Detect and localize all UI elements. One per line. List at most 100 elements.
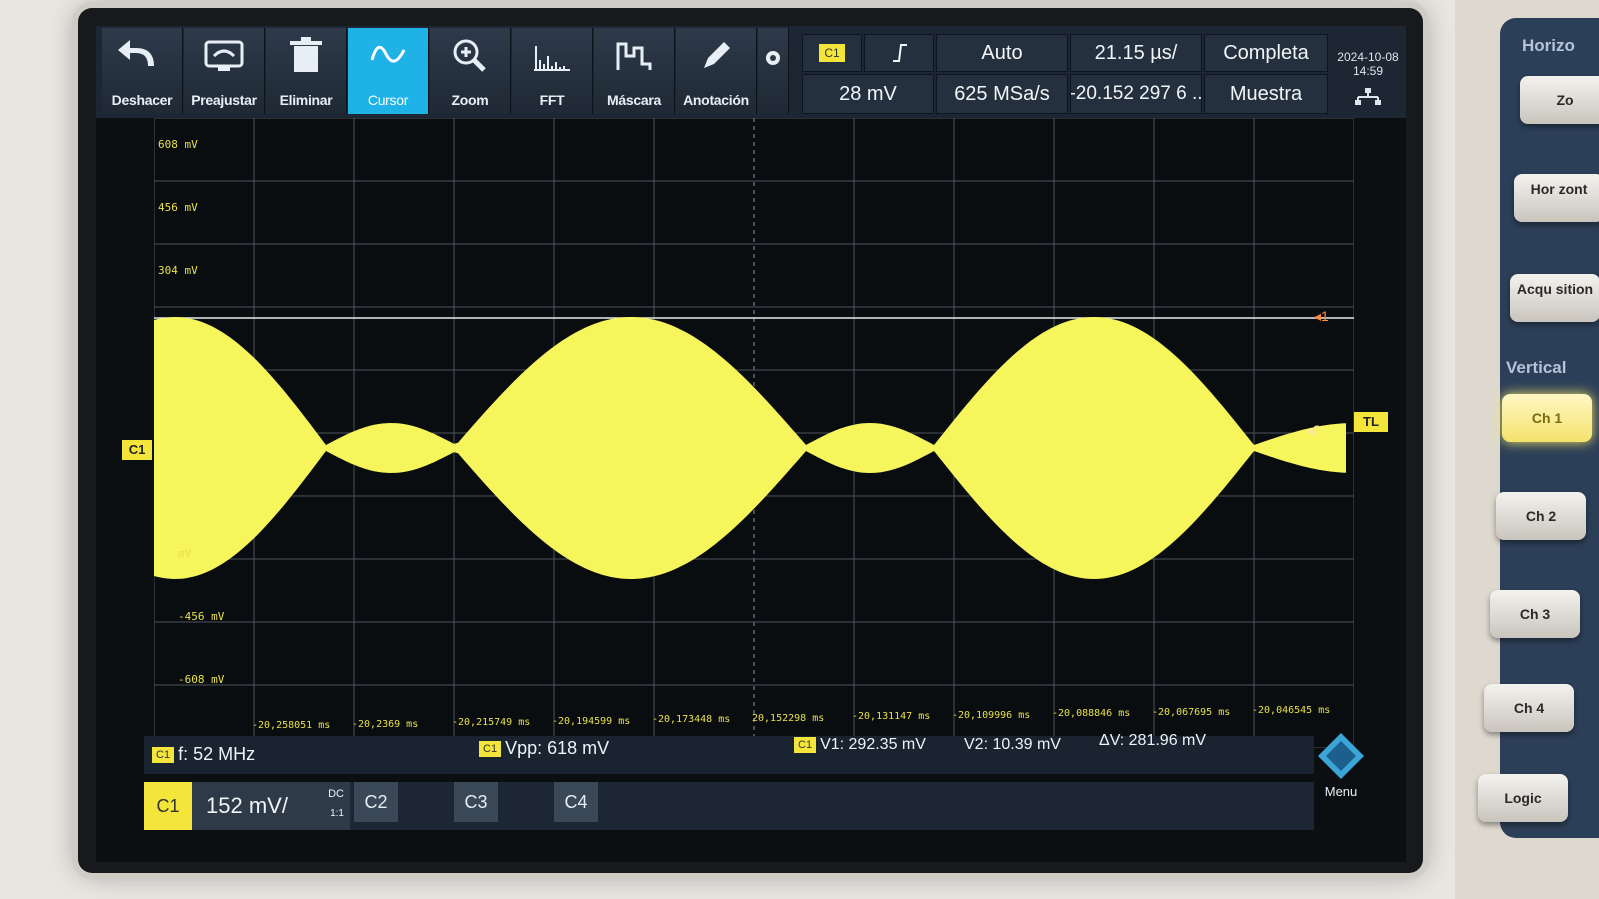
acquisition-type[interactable]: Muestra [1204,74,1328,114]
undo-button[interactable]: Deshacer [102,28,183,114]
trash-icon [290,37,322,72]
oscilloscope-screen: Deshacer Preajustar Eliminar Cursor Zoom… [96,26,1406,862]
preset-icon [204,40,244,71]
undo-icon [118,40,154,66]
x-tick-label: -20,215749 ms [452,717,531,728]
v1-value: V1: 292.35 mV [820,736,926,753]
zoom-hw-button[interactable]: Zo [1520,76,1599,124]
x-tick-label: -20,258051 ms [252,720,331,731]
channel-bar: C1 152 mV/ DC 1:1 C2 C3 C4 [144,782,1314,830]
cursor2-label: 2 [1313,422,1321,438]
waveform-plot[interactable] [154,118,1354,748]
zoom-icon [453,39,486,72]
mask-button[interactable]: Máscara [594,28,675,114]
sample-rate[interactable]: 625 MSa/s [936,74,1068,114]
ch1-hw-button[interactable]: Ch 1 [1502,394,1592,442]
delta-v-value: ΔV: 281.96 mV [1099,732,1207,749]
y-tick-label: -456 mV [178,610,225,623]
annotation-label: Anotación [683,92,749,108]
fft-label: FFT [539,92,565,108]
rising-edge-icon [893,44,907,62]
delete-label: Eliminar [279,92,333,108]
menu-button[interactable]: Menu [1306,731,1376,801]
time-position[interactable]: -20.152 297 6 .. [1070,74,1202,114]
ch4-hw-button[interactable]: Ch 4 [1484,684,1574,732]
freq-measurement[interactable]: C1 f: 52 MHz [152,744,255,765]
freq-value: f: 52 MHz [178,744,256,764]
rs-logo-icon [1318,733,1364,779]
zoom-button[interactable]: Zoom [430,28,511,114]
network-icon [1355,88,1381,105]
x-tick-label: -20,194599 ms [552,715,631,727]
x-tick-label: -20,173448 ms [652,714,731,725]
y-tick-label: 304 mV [158,263,198,277]
pencil-icon [704,42,730,68]
meas-tag: C1 [479,741,502,758]
x-tick-label: -20,046545 ms [1252,705,1331,716]
trigger-mode[interactable]: Auto [936,34,1068,72]
v2-value: V2: 10.39 mV [964,736,1061,753]
trigger-source-tag: C1 [819,44,845,62]
channel-c1-button[interactable]: C1 [144,782,192,830]
channel-c3-button[interactable]: C3 [454,782,498,822]
fft-button[interactable]: FFT [512,28,593,114]
x-tick-label: 20,152298 ms [752,712,825,724]
trigger-level-marker[interactable]: TL [1354,412,1388,432]
settings-button[interactable] [758,28,789,114]
meas-tag: C1 [794,736,817,753]
cursor-button[interactable]: Cursor [348,28,429,114]
trigger-slope[interactable] [864,34,934,72]
x-tick-label: -20,088846 ms [1052,708,1131,719]
c1-vertical-scale[interactable]: 152 mV/ DC 1:1 [192,782,350,830]
datetime: 2024-10-08 14:59 [1330,50,1406,109]
ch3-hw-button[interactable]: Ch 3 [1490,590,1580,638]
x-tick-label: -20,067695 ms [1152,706,1231,718]
date-text: 2024-10-08 [1337,50,1399,64]
acquisition-mode[interactable]: Completa [1204,34,1328,72]
horizontal-title: Horizo [1522,36,1575,55]
trigger-level[interactable]: 28 mV [802,74,934,114]
y-tick-label: 456 mV [158,200,198,214]
gear-icon [766,51,780,65]
cursor1-marker[interactable]: ◂1 [1314,308,1329,325]
mask-label: Máscara [607,92,661,108]
meas-tag: C1 [152,747,175,764]
y-tick-label: -608 mV [178,673,225,686]
y-tick-label: mV [178,547,192,560]
menu-label: Menu [1324,784,1358,799]
y-tick-label: 608 mV [158,137,198,151]
undo-label: Deshacer [111,92,173,108]
c1-scale-value: 152 mV/ [206,793,288,818]
control-strip: Horizo Zo Hor zont Acqu sition Vertical … [1478,18,1599,838]
probe-ratio: 1:1 [330,808,344,819]
preset-label: Preajustar [191,92,257,108]
trigger-source[interactable]: C1 [802,34,862,72]
acquisition-hw-button[interactable]: Acqu sition [1510,274,1599,322]
x-tick-label: -20,2369 ms [352,718,419,730]
mask-icon [616,42,652,70]
channel-c4-button[interactable]: C4 [554,782,598,822]
v1-measurement[interactable]: C1 V1: 292.35 mV [794,736,926,754]
annotation-button[interactable]: Anotación [676,28,757,114]
logic-hw-button[interactable]: Logic [1478,774,1568,822]
channel-c1-marker[interactable]: C1 [122,440,152,460]
cursor-label: Cursor [367,92,409,108]
cursor2-marker[interactable]: ◂2 [1306,422,1321,439]
vpp-measurement[interactable]: C1 Vpp: 618 mV [479,738,609,759]
cursor1-label: 1 [1321,308,1329,324]
channel-c2-button[interactable]: C2 [354,782,398,822]
preset-button[interactable]: Preajustar [184,28,265,114]
toolbar: Deshacer Preajustar Eliminar Cursor Zoom… [96,26,1406,118]
x-tick-label: -20,109996 ms [952,709,1031,721]
vpp-value: Vpp: 618 mV [505,738,610,758]
horizontal-hw-button[interactable]: Hor zont [1514,174,1599,222]
ch2-hw-button[interactable]: Ch 2 [1496,492,1586,540]
x-tick-label: -20,131147 ms [852,711,931,722]
zoom-label: Zoom [451,92,489,108]
delete-button[interactable]: Eliminar [266,28,347,114]
cursor-wave-icon [370,45,406,63]
time-text: 14:59 [1352,64,1384,78]
measurement-bar: C1 f: 52 MHz C1 Vpp: 618 mV C1 V1: 292.35 m… [144,732,1314,774]
time-scale[interactable]: 21.15 µs/ [1070,34,1202,72]
vertical-title: Vertical [1506,358,1567,377]
